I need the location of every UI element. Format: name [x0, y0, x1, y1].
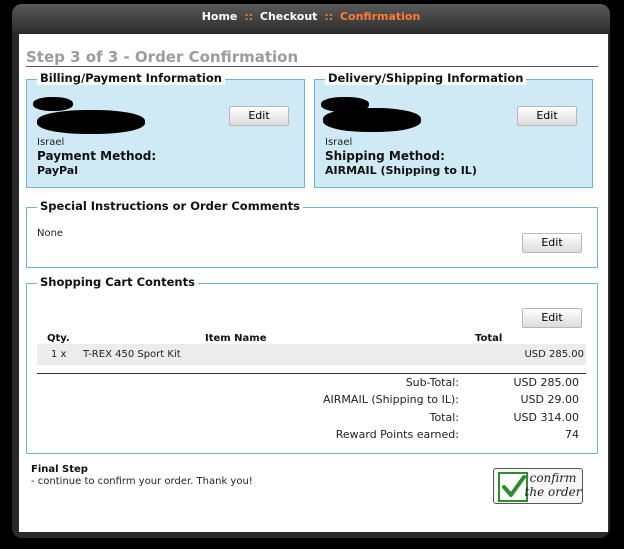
delivery-section: Delivery/Shipping Information Edit Israe…: [314, 71, 593, 188]
shipping-method-heading: Shipping Method:: [325, 149, 445, 163]
reward-points-value: 74: [565, 428, 579, 441]
breadcrumb-checkout-link[interactable]: Checkout: [260, 10, 318, 23]
item-total: USD 285.00: [524, 349, 584, 360]
subtotal-value: USD 285.00: [513, 376, 580, 389]
breadcrumb-confirmation: Confirmation: [339, 10, 421, 23]
shipping-label: AIRMAIL (Shipping to IL):: [323, 393, 459, 406]
final-step-text: - continue to confirm your order. Thank …: [31, 476, 253, 487]
redacted-address: [323, 108, 421, 132]
column-header-total: Total: [475, 333, 503, 344]
breadcrumb: Home :: Checkout :: Confirmation: [12, 4, 610, 32]
column-header-item: Item Name: [205, 333, 267, 344]
content-panel: Step 3 of 3 - Order Confirmation Billing…: [19, 34, 608, 532]
shipping-method-value: AIRMAIL (Shipping to IL): [325, 164, 477, 177]
title-divider: [26, 66, 598, 67]
item-name: T-REX 450 Sport Kit: [83, 349, 181, 360]
confirm-order-label: confirm the order: [524, 471, 582, 499]
cart-section: Shopping Cart Contents Edit Qty. Item Na…: [26, 275, 598, 454]
total-value: USD 314.00: [513, 411, 580, 424]
subtotal-label: Sub-Total:: [405, 376, 459, 389]
comments-value: None: [37, 228, 64, 239]
billing-legend: Billing/Payment Information: [37, 71, 225, 85]
shipping-value: USD 29.00: [520, 393, 580, 406]
confirm-order-button[interactable]: confirm the order: [493, 468, 583, 504]
confirm-label-line1: confirm: [529, 471, 577, 485]
billing-section: Billing/Payment Information Edit Israel …: [26, 71, 305, 188]
window-frame: Home :: Checkout :: Confirmation Step 3 …: [12, 4, 610, 538]
item-qty: 1 x: [51, 349, 67, 360]
final-step-heading: Final Step: [31, 464, 88, 475]
breadcrumb-separator: ::: [324, 10, 334, 23]
breadcrumb-separator: ::: [244, 10, 254, 23]
payment-method-value: PayPal: [37, 164, 78, 177]
delivery-country: Israel: [325, 137, 353, 148]
edit-billing-button[interactable]: Edit: [229, 106, 289, 126]
comments-legend: Special Instructions or Order Comments: [37, 199, 304, 213]
comments-section: Special Instructions or Order Comments N…: [26, 199, 598, 268]
delivery-legend: Delivery/Shipping Information: [325, 71, 527, 85]
totals-divider: [37, 373, 586, 374]
edit-cart-button[interactable]: Edit: [522, 308, 582, 328]
redacted-name: [33, 97, 73, 111]
payment-method-heading: Payment Method:: [37, 149, 157, 163]
reward-points-label: Reward Points earned:: [335, 428, 459, 441]
edit-delivery-button[interactable]: Edit: [517, 106, 577, 126]
total-label: Total:: [429, 411, 459, 424]
redacted-address: [37, 110, 145, 134]
column-header-qty: Qty.: [47, 333, 70, 344]
billing-country: Israel: [37, 137, 65, 148]
cart-legend: Shopping Cart Contents: [37, 275, 198, 289]
page-title: Step 3 of 3 - Order Confirmation: [26, 48, 299, 66]
table-row: 1 x T-REX 450 Sport Kit USD 285.00: [37, 344, 586, 365]
breadcrumb-home-link[interactable]: Home: [202, 10, 238, 23]
edit-comments-button[interactable]: Edit: [522, 233, 582, 253]
confirm-label-line2: the order: [524, 485, 582, 499]
